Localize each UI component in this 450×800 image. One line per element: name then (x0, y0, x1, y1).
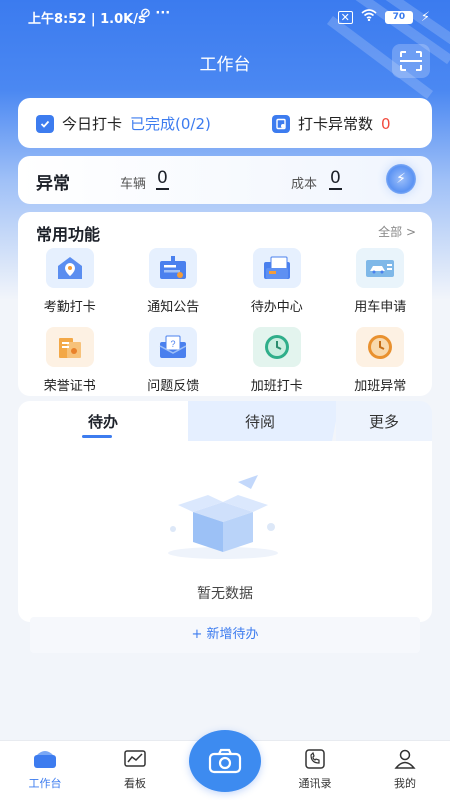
func-label: 考勤打卡 (43, 300, 96, 315)
func-label: 加班异常 (354, 379, 407, 394)
nav-label: 通讯录 (298, 777, 332, 790)
abnormal-doc-icon (272, 114, 290, 133)
tab-more[interactable]: 更多 (336, 401, 432, 441)
clock-green-icon (252, 327, 301, 367)
func-label: 待办中心 (250, 300, 303, 315)
todo-tabs-card: 待阅 更多 待办 暂无数据 + 新增待办 (18, 401, 432, 653)
todo-folder-icon (252, 248, 301, 288)
functions-grid: 考勤打卡 通知公告 待办中心 用车申请 荣誉证书 ? 问题反馈 加班打卡 加班异… (18, 248, 432, 394)
tab-content: 暂无数据 + 新增待办 (18, 441, 432, 653)
functions-all-link[interactable]: 全部 > (378, 223, 416, 240)
checkin-abnormal-label: 打卡异常数 (298, 115, 374, 133)
checkin-abnormal[interactable]: 打卡异常数 0 (272, 113, 391, 134)
nav-label: 我的 (394, 777, 416, 790)
contacts-icon (305, 749, 325, 769)
func-label: 通知公告 (147, 300, 200, 315)
nav-mine[interactable]: 我的 (370, 749, 440, 791)
today-checkin-label: 今日打卡 (62, 115, 123, 133)
checkin-card: 今日打卡 已完成(0/2) 打卡异常数 0 (18, 98, 432, 148)
func-attendance[interactable]: 考勤打卡 (18, 248, 122, 315)
shield-check-icon (36, 114, 54, 133)
clock-orange-icon (356, 327, 405, 367)
feedback-envelope-icon: ? (149, 327, 198, 367)
scan-button[interactable] (392, 44, 430, 78)
svg-text:?: ? (171, 339, 176, 349)
func-notice[interactable]: 通知公告 (122, 248, 226, 315)
abnormal-card: 异常 车辆 0 成本 0 ⚡ (18, 156, 432, 204)
status-time-speed: 上午8:52 | 1.0K/s (28, 12, 146, 27)
user-icon (394, 749, 416, 769)
func-overtime-abnormal[interactable]: 加班异常 (329, 327, 433, 394)
workbench-icon (34, 751, 56, 768)
nav-label: 工作台 (28, 777, 62, 790)
checkin-abnormal-count: 0 (381, 114, 391, 133)
camera-icon (208, 748, 242, 774)
empty-text: 暂无数据 (197, 586, 253, 602)
sim-icon: ✕ (337, 10, 353, 24)
page-title: 工作台 (199, 55, 251, 75)
func-label: 荣誉证书 (43, 379, 96, 394)
tab-to-read[interactable]: 待阅 (180, 401, 340, 441)
vehicle-value[interactable]: 0 (156, 168, 169, 190)
tab-indicator (82, 435, 112, 438)
charging-icon: ⚡ (420, 9, 430, 25)
func-todo[interactable]: 待办中心 (225, 248, 329, 315)
nav-label: 看板 (124, 777, 146, 790)
func-feedback[interactable]: ? 问题反馈 (122, 327, 226, 394)
bolt-icon[interactable]: ⚡ (386, 164, 416, 194)
func-honor[interactable]: 荣誉证书 (18, 327, 122, 394)
tab-bar: 待阅 更多 待办 (18, 401, 432, 441)
dashboard-icon (124, 750, 146, 767)
func-label: 用车申请 (354, 300, 407, 315)
func-overtime[interactable]: 加班打卡 (225, 327, 329, 394)
certificate-icon (45, 327, 94, 367)
func-label: 加班打卡 (250, 379, 303, 394)
nav-workbench[interactable]: 工作台 (10, 749, 80, 791)
cost-label: 成本 (291, 177, 318, 192)
empty-box-illustration (168, 475, 278, 559)
func-label: 问题反馈 (147, 379, 200, 394)
nav-dashboard[interactable]: 看板 (100, 749, 170, 791)
status-bar: 上午8:52 | 1.0K/s ⊘ ··· ✕ 70 ⚡ (0, 0, 450, 34)
title-bar: 工作台 (0, 42, 450, 82)
abnormal-title: 异常 (36, 174, 70, 194)
wifi-icon (361, 9, 377, 25)
notice-board-icon (149, 248, 198, 288)
nav-contacts[interactable]: 通讯录 (280, 749, 350, 791)
today-checkin[interactable]: 今日打卡 已完成(0/2) (36, 113, 211, 134)
camera-button[interactable] (189, 730, 261, 792)
functions-title: 常用功能 (36, 225, 101, 244)
cost-value[interactable]: 0 (329, 168, 342, 190)
vehicle-label: 车辆 (120, 177, 147, 192)
status-dots-icon: ⊘ ··· (140, 6, 171, 21)
scan-icon (400, 51, 422, 71)
today-checkin-status: 已完成(0/2) (130, 115, 211, 133)
vehicle-card-icon (356, 248, 405, 288)
add-todo-button[interactable]: + 新增待办 (30, 617, 420, 653)
func-vehicle[interactable]: 用车申请 (329, 248, 433, 315)
common-functions-card: 常用功能 全部 > 考勤打卡 通知公告 待办中心 用车申请 荣誉证书 ? 问题反… (18, 212, 432, 396)
location-pin-icon (45, 248, 94, 288)
battery-icon: 70 (384, 10, 413, 24)
